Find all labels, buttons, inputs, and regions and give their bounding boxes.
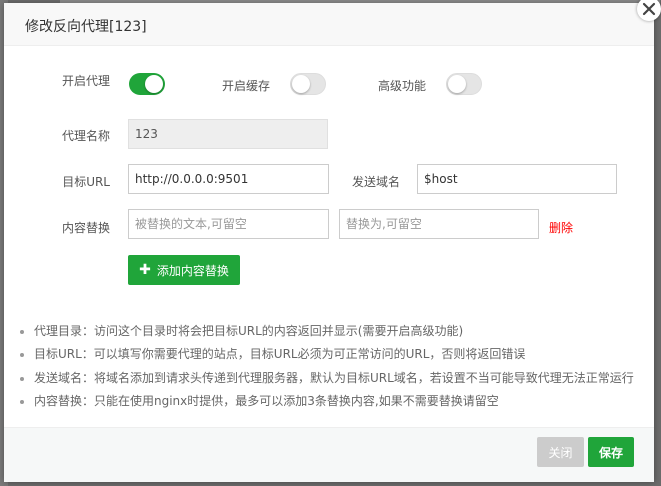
bullet-icon	[20, 353, 24, 358]
edit-proxy-dialog: 修改反向代理[123] 开启代理 开启缓存 高级功能 代理名称 目标URL 发送…	[4, 3, 654, 482]
target-url-input[interactable]	[128, 164, 329, 194]
proxy-toggle-label: 开启代理	[61, 74, 110, 88]
help-note: 代理目录：访问这个目录时将会把目标URL的内容返回并显示(需要开启高级功能)	[16, 320, 634, 343]
cache-toggle-label: 开启缓存	[221, 79, 270, 93]
plus-icon: ✚	[139, 262, 151, 278]
delete-replace-link[interactable]: 删除	[549, 219, 573, 236]
add-content-replace-button[interactable]: ✚ 添加内容替换	[128, 255, 240, 285]
help-note: 发送域名：将域名添加到请求头传递到代理服务器，默认为目标URL域名，若设置不当可…	[16, 367, 634, 390]
close-button[interactable]: 关闭	[537, 437, 584, 467]
toggle-knob	[292, 75, 310, 93]
dialog-title: 修改反向代理[123]	[25, 19, 147, 35]
bullet-icon	[20, 330, 24, 334]
save-button[interactable]: 保存	[588, 437, 634, 467]
toggle-knob	[448, 75, 466, 93]
send-domain-input[interactable]	[417, 164, 617, 194]
proxy-name-label: 代理名称	[61, 129, 110, 143]
proxy-toggle[interactable]	[129, 73, 165, 95]
target-url-label: 目标URL	[62, 175, 110, 189]
toggle-knob	[145, 75, 163, 93]
bullet-icon	[20, 376, 24, 381]
advanced-toggle-label: 高级功能	[377, 79, 426, 93]
dialog-footer: 关闭 保存	[4, 427, 654, 482]
replace-to-input[interactable]	[339, 209, 539, 239]
dialog-close-button[interactable]	[637, 0, 661, 21]
help-note: 内容替换：只能在使用nginx时提供，最多可以添加3条替换内容,如果不需要替换请…	[16, 390, 634, 413]
add-content-replace-label: 添加内容替换	[156, 263, 229, 278]
advanced-toggle[interactable]	[446, 73, 482, 95]
cache-toggle[interactable]	[290, 73, 326, 95]
close-icon	[642, 2, 656, 16]
help-notes-list: 代理目录：访问这个目录时将会把目标URL的内容返回并显示(需要开启高级功能) 目…	[16, 320, 634, 413]
content-replace-label: 内容替换	[61, 221, 110, 235]
bullet-icon	[20, 399, 24, 404]
help-note: 目标URL：可以填写你需要代理的站点，目标URL必须为可正常访问的URL，否则将…	[16, 343, 634, 366]
send-domain-label: 发送域名	[351, 175, 400, 189]
dialog-titlebar: 修改反向代理[123]	[4, 3, 654, 46]
proxy-name-field	[128, 119, 328, 149]
replace-from-input[interactable]	[128, 209, 329, 239]
